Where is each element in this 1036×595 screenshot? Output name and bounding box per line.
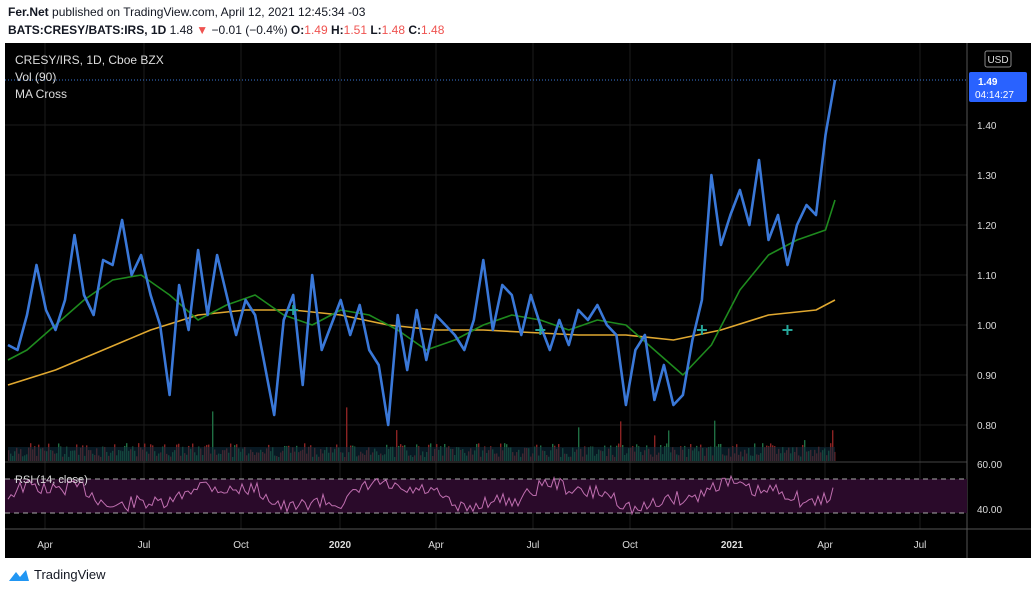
x-tick-label: Oct (622, 540, 638, 551)
open-value: 1.49 (304, 23, 328, 37)
x-tick-label: Oct (233, 540, 249, 551)
x-tick-label: 2020 (329, 540, 352, 551)
volume-legend[interactable]: Vol (90) (15, 70, 56, 84)
x-tick-label: Apr (37, 540, 53, 551)
rsi-legend[interactable]: RSI (14, close) (15, 474, 88, 486)
symbol-label: BATS:CRESY/BATS:IRS, 1D (8, 23, 167, 37)
tradingview-logo-icon (9, 569, 29, 581)
publisher-name: Fer.Net (8, 5, 49, 19)
y-tick-label: 0.80 (977, 421, 997, 432)
rsi-band (5, 479, 967, 513)
x-tick-label: 2021 (721, 540, 744, 551)
ma-cross-legend[interactable]: MA Cross (15, 87, 67, 101)
footer: TradingView (8, 567, 106, 582)
y-tick-label: 1.30 (977, 171, 997, 182)
price-chart[interactable]: 1.401.301.201.101.000.900.80 60.0040.00 … (5, 43, 1031, 558)
price-tag-countdown: 04:14:27 (975, 90, 1014, 101)
x-tick-label: Jul (914, 540, 927, 551)
x-tick-label: Apr (817, 540, 833, 551)
close-label: C: (408, 23, 422, 37)
y-tick-label: 1.00 (977, 321, 997, 332)
y-tick-label: 1.40 (977, 121, 997, 132)
volume-ma-area (8, 447, 835, 461)
currency-label: USD (987, 55, 1008, 66)
x-tick-label: Jul (527, 540, 540, 551)
brand-name: TradingView (34, 567, 106, 582)
x-tick-label: Jul (138, 540, 151, 551)
x-tick-label: Apr (428, 540, 444, 551)
rsi-tick-label: 40.00 (977, 505, 1002, 516)
open-label: O: (290, 23, 305, 37)
rsi-tick-label: 60.00 (977, 460, 1002, 471)
high-label: H: (330, 23, 344, 37)
down-arrow-icon: ▼ (196, 23, 209, 37)
close-value: 1.48 (421, 23, 445, 37)
y-tick-label: 0.90 (977, 371, 997, 382)
quote-line: BATS:CRESY/BATS:IRS, 1D 1.48 ▼ −0.01 (−0… (8, 23, 444, 37)
y-tick-label: 1.10 (977, 271, 997, 282)
price-tag-value: 1.49 (978, 77, 998, 88)
last-price: 1.48 (169, 23, 193, 37)
high-value: 1.51 (343, 23, 367, 37)
chart-title: CRESY/IRS, 1D, Cboe BZX (15, 53, 164, 67)
publish-line: Fer.Net published on TradingView.com, Ap… (8, 5, 365, 19)
y-tick-label: 1.20 (977, 221, 997, 232)
publish-info: published on TradingView.com, April 12, … (52, 5, 366, 19)
change-value: −0.01 (−0.4%) (211, 23, 288, 37)
low-label: L: (370, 23, 382, 37)
low-value: 1.48 (381, 23, 406, 37)
